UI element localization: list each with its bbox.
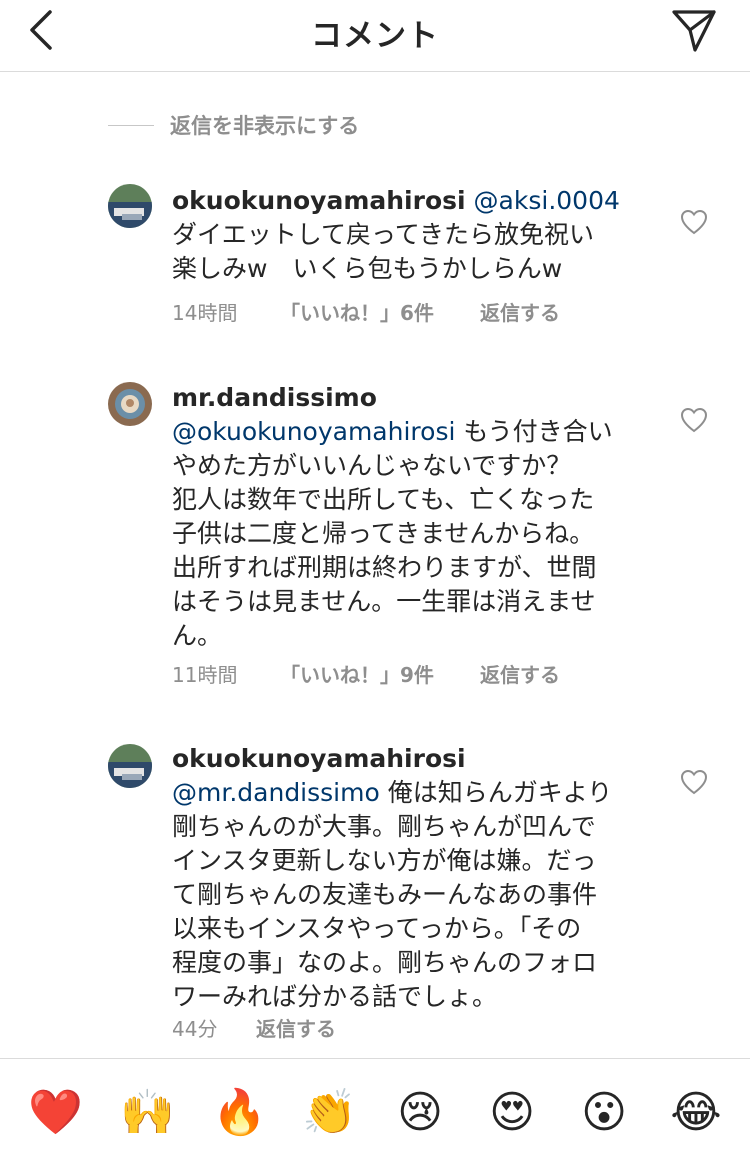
avatar-image xyxy=(108,184,152,228)
page-title: コメント xyxy=(311,18,439,54)
comment-line: て剛ちゃんの友達もみーんなあの事件 xyxy=(172,880,598,909)
reply-button[interactable]: 返信する xyxy=(256,1013,336,1042)
comment-mention[interactable]: @aksi.0004 xyxy=(474,186,620,215)
emoji-clapping-button[interactable]: 👏 xyxy=(302,1087,357,1139)
divider-line xyxy=(108,124,154,126)
comment-line: もう付き合い xyxy=(463,417,613,446)
comment-line: インスタ更新しない方が俺は嫌。だっ xyxy=(172,846,597,875)
avatar-image xyxy=(108,744,152,788)
emoji-fire-button[interactable]: 🔥 xyxy=(212,1087,267,1139)
comment-line: ワーみれば分かる話でしょ。 xyxy=(172,982,498,1011)
avatar[interactable] xyxy=(108,184,152,228)
comment-line: はそうは見ません。一生罪は消えませ xyxy=(172,587,596,616)
emoji-crying-button[interactable]: 😢 xyxy=(394,1087,446,1139)
heart-icon xyxy=(680,209,708,235)
heart-icon xyxy=(680,407,708,433)
comment-line: 程度の事」なのよ。剛ちゃんのフォロ xyxy=(172,948,598,977)
comment-meta: 11時間 「いいね！」9件 返信する xyxy=(172,659,560,688)
comment-line: 子供は二度と帰ってきませんからね。 xyxy=(172,519,595,548)
comment-line: やめた方がいいんじゃないですか？ xyxy=(172,451,572,480)
heart-icon xyxy=(680,769,708,795)
comment-line: 剛ちゃんのが大事。剛ちゃんが凹んで xyxy=(172,812,596,841)
comment-username[interactable]: okuokunoyamahirosi xyxy=(172,186,466,215)
comment-line: 犯人は数年で出所しても、亡くなった xyxy=(172,485,595,514)
avatar-image xyxy=(108,382,152,426)
comment-time: 44分 xyxy=(172,1017,218,1041)
comment-likes[interactable]: 「いいね！」6件 xyxy=(280,297,480,326)
comment-time: 14時間 xyxy=(172,301,238,325)
comment-username[interactable]: mr.dandissimo xyxy=(172,383,377,412)
emoji-quick-bar: ❤️ 🙌 🔥 👏 😢 😍 😮 😂 xyxy=(0,1058,750,1161)
comment-text: mr.dandissimo @okuokunoyamahirosi もう付き合い… xyxy=(172,381,642,653)
like-heart-button[interactable] xyxy=(680,769,708,795)
comment-line: 俺は知らんガキより xyxy=(387,778,613,807)
hide-replies-label: 返信を非表示にする xyxy=(170,114,360,138)
like-heart-button[interactable] xyxy=(680,407,708,433)
reply-button[interactable]: 返信する xyxy=(480,659,560,688)
comment-line: ダイエットして戻ってきたら放免祝い xyxy=(172,220,595,249)
avatar[interactable] xyxy=(108,744,152,788)
comment-line: 以来もインスタやってっから。「その xyxy=(172,914,582,943)
paper-plane-icon xyxy=(672,10,716,52)
comment-mention[interactable]: @mr.dandissimo xyxy=(172,778,380,807)
comment-line: 出所すれば刑期は終わりますが、世間 xyxy=(172,553,597,582)
comment-mention[interactable]: @okuokunoyamahirosi xyxy=(172,417,455,446)
comment-line: ん。 xyxy=(172,621,223,650)
emoji-heart-eyes-button[interactable]: 😍 xyxy=(486,1087,538,1139)
reply-button[interactable]: 返信する xyxy=(480,297,560,326)
comment-username[interactable]: okuokunoyamahirosi xyxy=(172,744,466,773)
comment-line: 楽しみw いくら包もうかしらんw xyxy=(172,254,563,283)
comment-meta: 14時間 「いいね！」6件 返信する xyxy=(172,297,560,326)
send-button[interactable] xyxy=(669,6,719,54)
avatar[interactable] xyxy=(108,382,152,426)
emoji-laughing-button[interactable]: 😂 xyxy=(670,1087,722,1139)
comment-likes[interactable]: 「いいね！」9件 xyxy=(280,659,480,688)
comment-time: 11時間 xyxy=(172,663,238,687)
comment-text: okuokunoyamahirosi @mr.dandissimo 俺は知らんガ… xyxy=(172,742,642,1014)
hide-replies-toggle[interactable]: 返信を非表示にする xyxy=(108,110,359,140)
emoji-surprised-button[interactable]: 😮 xyxy=(578,1087,630,1139)
emoji-heart-button[interactable]: ❤️ xyxy=(28,1087,83,1139)
like-heart-button[interactable] xyxy=(680,209,708,235)
header-bar: コメント xyxy=(0,0,750,72)
comment-meta: 44分 返信する xyxy=(172,1013,336,1042)
comment-text: okuokunoyamahirosi @aksi.0004 ダイエットして戻って… xyxy=(172,184,642,286)
emoji-raised-hands-button[interactable]: 🙌 xyxy=(120,1087,175,1139)
